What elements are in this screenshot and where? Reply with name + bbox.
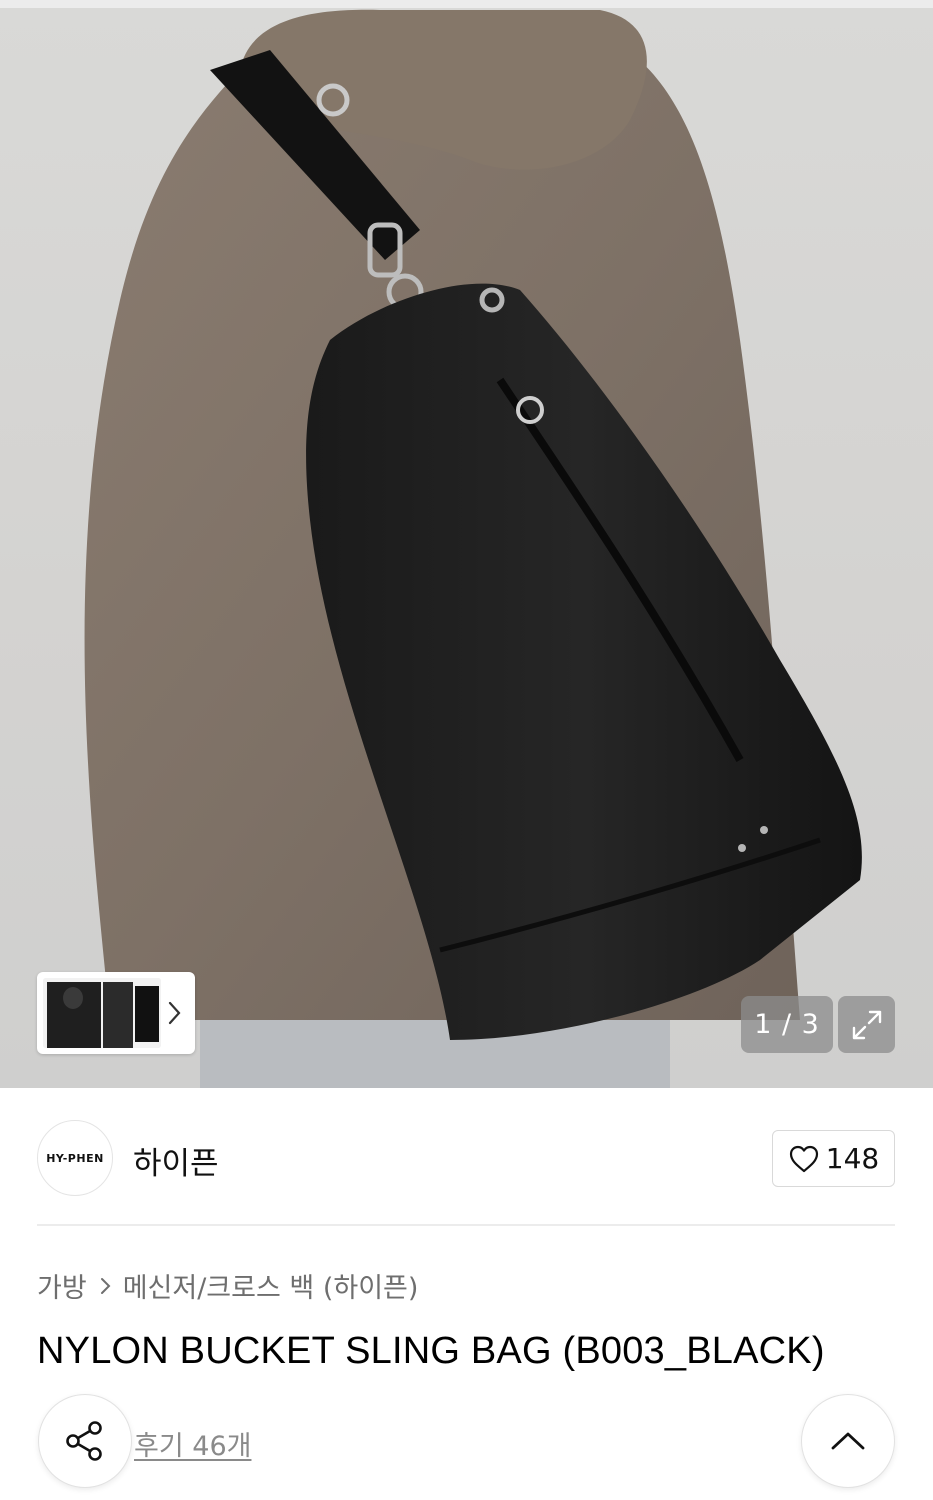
expand-icon — [852, 1010, 881, 1039]
thumbnail-strip[interactable] — [37, 972, 195, 1054]
heart-outline-icon — [789, 1145, 818, 1172]
chevron-up-icon — [831, 1432, 865, 1450]
reviews-link[interactable]: 후기 46개 — [134, 1424, 251, 1463]
brand-name[interactable]: 하이픈 — [133, 1138, 219, 1183]
like-count: 148 — [825, 1142, 880, 1175]
thumbnail-images[interactable] — [43, 978, 161, 1048]
chevron-right-icon — [91, 1272, 119, 1300]
product-image-gallery[interactable]: 1 / 3 — [0, 0, 933, 1088]
share-button[interactable] — [38, 1394, 132, 1488]
brand-logo[interactable]: HY-PHEN — [37, 1120, 113, 1196]
brand-logo-text: HY-PHEN — [46, 1151, 104, 1165]
image-counter: 1 / 3 — [741, 996, 833, 1053]
chevron-right-icon — [168, 1001, 181, 1025]
thumbnail-next-button[interactable] — [161, 978, 189, 1048]
scroll-to-top-button[interactable] — [801, 1394, 895, 1488]
breadcrumb: 가방 메신저/크로스 백 (하이픈) — [37, 1266, 418, 1305]
breadcrumb-item-category[interactable]: 가방 — [37, 1266, 87, 1305]
section-divider — [37, 1224, 895, 1226]
product-title: NYLON BUCKET SLING BAG (B003_BLACK) — [37, 1330, 825, 1372]
thumbnail-preview — [43, 978, 161, 1048]
share-icon — [66, 1421, 102, 1461]
breadcrumb-item-subcategory[interactable]: 메신저/크로스 백 (하이픈) — [123, 1266, 419, 1305]
like-button[interactable]: 148 — [772, 1130, 895, 1187]
expand-image-button[interactable] — [838, 996, 895, 1053]
brand-row: HY-PHEN 하이픈 148 — [37, 1120, 895, 1196]
product-photo — [84, 9, 862, 1088]
